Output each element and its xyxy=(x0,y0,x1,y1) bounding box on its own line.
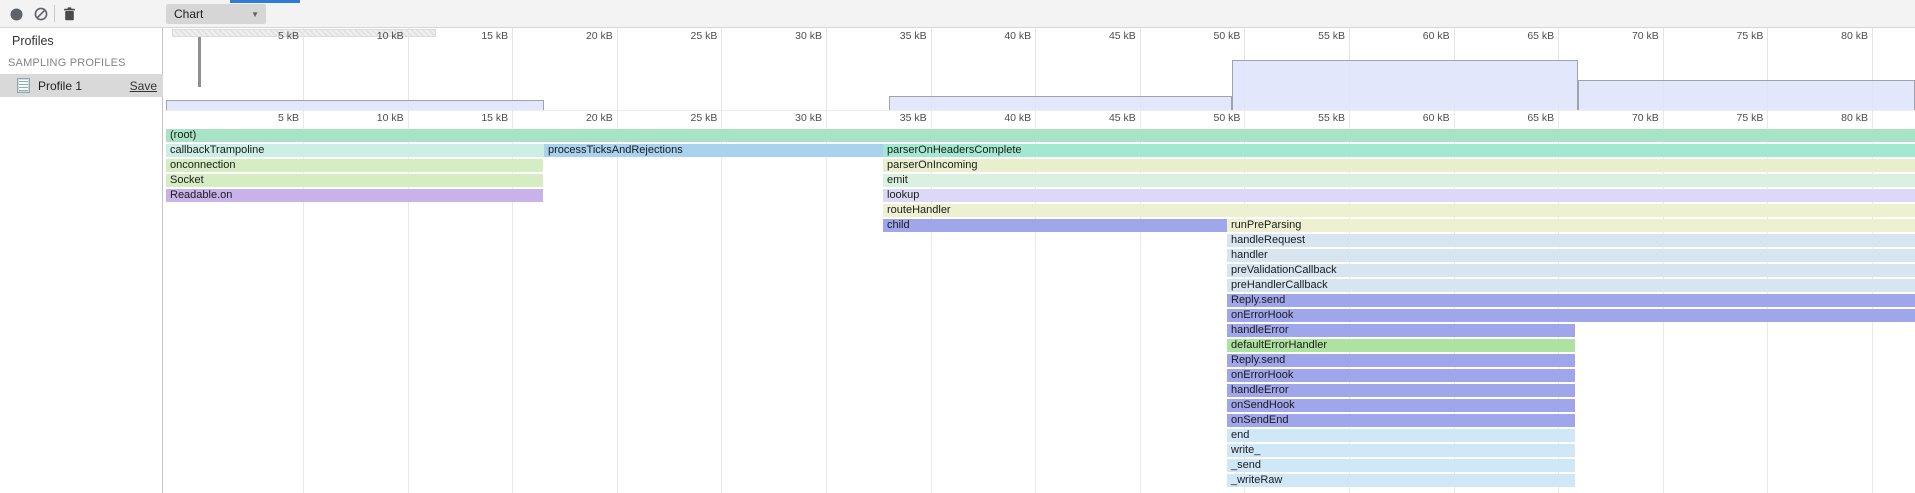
flame-bar[interactable]: parserOnIncoming xyxy=(883,159,1915,172)
profile-icon xyxy=(17,78,30,93)
overview-tick-label: 55 kB xyxy=(1289,30,1345,42)
flame-bar[interactable]: callbackTrampoline xyxy=(166,144,544,157)
delete-profile-button[interactable] xyxy=(59,4,79,24)
overview-tick-label: 80 kB xyxy=(1812,30,1868,42)
flame-ruler-tick-label: 50 kB xyxy=(1184,112,1240,124)
flame-gridline xyxy=(721,110,722,493)
flame-bar[interactable]: onSendEnd xyxy=(1227,414,1575,427)
flame-bar[interactable]: handleError xyxy=(1227,324,1575,337)
flame-bar[interactable]: onErrorHook xyxy=(1227,369,1575,382)
flame-bar[interactable]: preHandlerCallback xyxy=(1227,279,1915,292)
flame-bar[interactable]: Reply.send xyxy=(1227,294,1915,307)
flame-ruler-tick-label: 10 kB xyxy=(348,112,404,124)
flame-ruler-tick-label: 60 kB xyxy=(1394,112,1450,124)
overview-tick-label: 60 kB xyxy=(1394,30,1450,42)
flame-ruler-tick-label: 15 kB xyxy=(452,112,508,124)
flame-bar[interactable]: emit xyxy=(883,174,1915,187)
profile-name: Profile 1 xyxy=(38,79,130,93)
flame-bar[interactable]: handleRequest xyxy=(1227,234,1915,247)
flame-bar[interactable]: onErrorHook xyxy=(1227,309,1915,322)
flame-bar[interactable]: child xyxy=(883,219,1227,232)
flame-bar[interactable]: parserOnHeadersComplete xyxy=(883,144,1915,157)
overview-tick-label: 20 kB xyxy=(557,30,613,42)
overview-step xyxy=(1232,60,1578,110)
flame-gridline xyxy=(826,110,827,493)
clear-button[interactable] xyxy=(31,4,51,24)
save-link[interactable]: Save xyxy=(130,79,157,93)
flame-bar[interactable]: onSendHook xyxy=(1227,399,1575,412)
trash-icon xyxy=(63,7,76,21)
overview-tick-label: 25 kB xyxy=(661,30,717,42)
overview-step xyxy=(166,100,544,110)
overview-tick-label: 65 kB xyxy=(1498,30,1554,42)
flame-bar[interactable]: routeHandler xyxy=(883,204,1915,217)
overview-tick-label: 75 kB xyxy=(1707,30,1763,42)
overview-tick-label: 15 kB xyxy=(452,30,508,42)
flame-bar[interactable]: lookup xyxy=(883,189,1915,202)
record-button[interactable] xyxy=(6,4,26,24)
flame-bar[interactable]: Socket xyxy=(166,174,543,187)
overview-tick-label: 30 kB xyxy=(766,30,822,42)
overview-tick-label: 70 kB xyxy=(1603,30,1659,42)
overview-gridline xyxy=(303,28,304,110)
overview-gridline xyxy=(408,28,409,110)
flame-ruler-tick-label: 55 kB xyxy=(1289,112,1345,124)
flame-ruler-tick-label: 45 kB xyxy=(1080,112,1136,124)
flame-bar[interactable]: Readable.on xyxy=(166,189,543,202)
flame-bar[interactable]: end xyxy=(1227,429,1575,442)
toolbar-divider xyxy=(54,5,55,22)
overview-window-handle[interactable] xyxy=(198,37,201,87)
sidebar-title: Profiles xyxy=(12,34,54,48)
overview-step xyxy=(889,96,1232,110)
flame-bar[interactable]: _writeRaw xyxy=(1227,474,1575,487)
flame-bar[interactable]: onconnection xyxy=(166,159,543,172)
overview-gridline xyxy=(512,28,513,110)
flame-bar[interactable]: Reply.send xyxy=(1227,354,1575,367)
overview-flame-separator xyxy=(164,110,1915,111)
toolbar: Chart ▼ xyxy=(0,0,1915,28)
flame-ruler-tick-label: 30 kB xyxy=(766,112,822,124)
flame-bar[interactable]: preValidationCallback xyxy=(1227,264,1915,277)
flame-ruler-tick-label: 80 kB xyxy=(1812,112,1868,124)
overview-tick-label: 50 kB xyxy=(1184,30,1240,42)
flame-ruler-tick-label: 40 kB xyxy=(975,112,1031,124)
view-mode-value: Chart xyxy=(166,7,251,21)
profiles-sidebar: Profiles SAMPLING PROFILES Profile 1 Sav… xyxy=(0,28,163,493)
overview-tick-label: 40 kB xyxy=(975,30,1031,42)
overview-gridline xyxy=(826,28,827,110)
flame-ruler-tick-label: 20 kB xyxy=(557,112,613,124)
flame-bar[interactable]: write_ xyxy=(1227,444,1575,457)
active-tab-underline xyxy=(230,0,300,3)
flame-bar[interactable]: handleError xyxy=(1227,384,1575,397)
sampling-profiles-section-label: SAMPLING PROFILES xyxy=(8,57,126,69)
flame-bar[interactable]: handler xyxy=(1227,249,1915,262)
flame-ruler-tick-label: 70 kB xyxy=(1603,112,1659,124)
flame-ruler-tick-label: 25 kB xyxy=(661,112,717,124)
flame-ruler-tick-label: 75 kB xyxy=(1707,112,1763,124)
overview-step xyxy=(1578,80,1915,110)
flame-bar[interactable]: processTicksAndRejections xyxy=(544,144,883,157)
flame-bar[interactable]: (root) xyxy=(166,129,1915,142)
flame-ruler-tick-label: 35 kB xyxy=(871,112,927,124)
flame-ruler-tick-label: 5 kB xyxy=(243,112,299,124)
overview-tick-label: 5 kB xyxy=(243,30,299,42)
flame-bar[interactable]: _send xyxy=(1227,459,1575,472)
overview-gridline xyxy=(721,28,722,110)
block-icon xyxy=(34,7,48,21)
flame-chart-area: 5 kB 5 kB 10 kB 10 kB 15 kB 15 kB 20 kB 20 kB 25… xyxy=(164,28,1915,493)
record-icon xyxy=(10,8,23,21)
profile-list-item[interactable]: Profile 1 Save xyxy=(0,74,163,97)
view-mode-select[interactable]: Chart ▼ xyxy=(166,4,266,24)
flame-gridline xyxy=(617,110,618,493)
memory-profiler-panel: Chart ▼ Profiles SAMPLING PROFILES Profi… xyxy=(0,0,1915,493)
flame-bar[interactable]: runPreParsing xyxy=(1227,219,1915,232)
dropdown-caret-icon: ▼ xyxy=(251,10,266,19)
overview-tick-label: 10 kB xyxy=(348,30,404,42)
flame-ruler-tick-label: 65 kB xyxy=(1498,112,1554,124)
overview-gridline xyxy=(617,28,618,110)
overview-tick-label: 45 kB xyxy=(1080,30,1136,42)
flame-bar[interactable]: defaultErrorHandler xyxy=(1227,339,1575,352)
overview-tick-label: 35 kB xyxy=(871,30,927,42)
